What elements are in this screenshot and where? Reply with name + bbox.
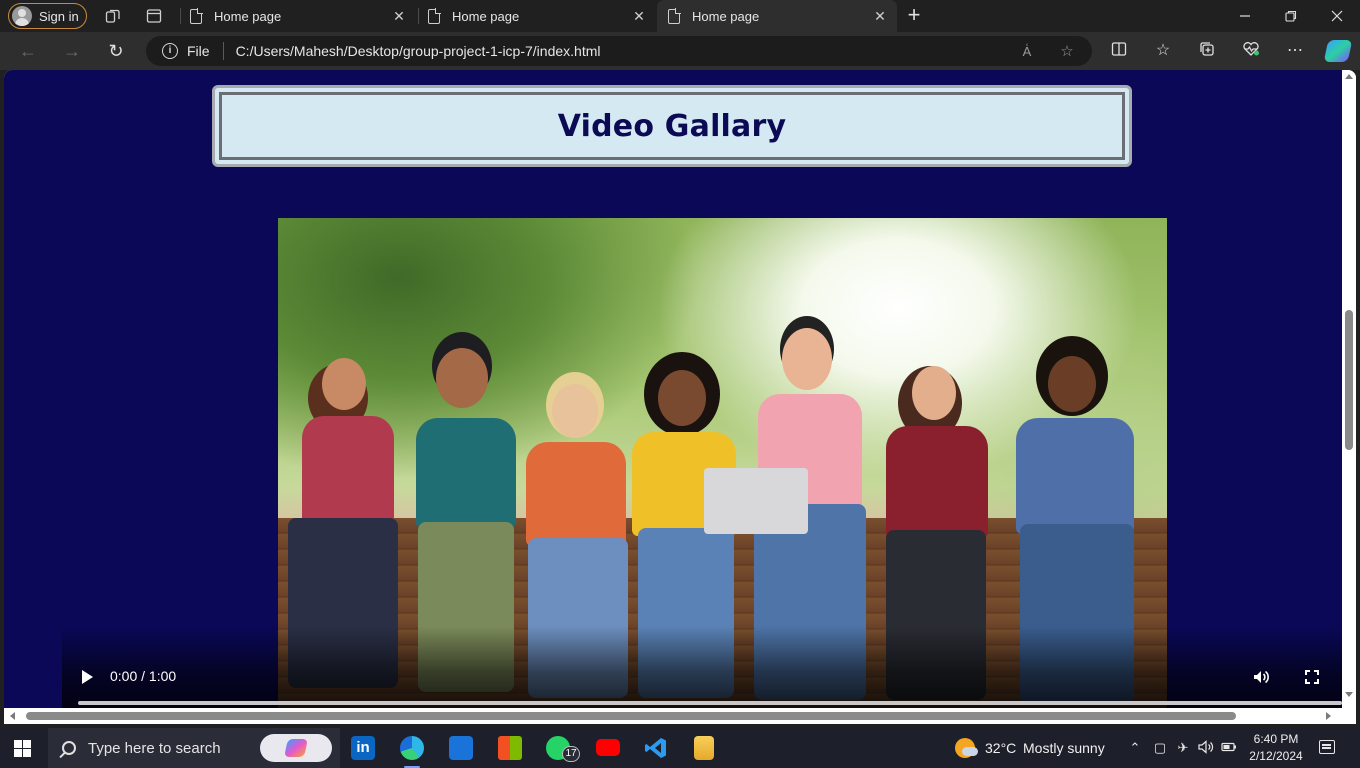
copilot-taskbar-icon[interactable]	[260, 734, 332, 762]
linkedin-app-icon[interactable]: in	[351, 736, 375, 760]
restore-icon[interactable]	[1268, 0, 1314, 32]
search-placeholder: Type here to search	[88, 739, 221, 757]
store-app-icon[interactable]	[449, 736, 473, 760]
fullscreen-icon[interactable]	[1305, 670, 1319, 684]
windows-taskbar: Type here to search in 32°C Mostly sunny…	[0, 728, 1360, 768]
workspaces-icon[interactable]	[105, 8, 121, 24]
tab-label: Home page	[692, 8, 760, 24]
browser-toolbar: ← → ↻ i File C:/Users/Mahesh/Desktop/gro…	[0, 32, 1360, 70]
tab-label: Home page	[214, 8, 282, 24]
page-icon	[190, 8, 203, 24]
video-timecode: 0:00 / 1:00	[110, 668, 177, 684]
scroll-right-arrow-icon[interactable]	[1326, 712, 1331, 720]
edge-browser-icon[interactable]	[400, 736, 424, 768]
profile-avatar-icon	[12, 6, 32, 26]
vertical-scroll-thumb[interactable]	[1345, 310, 1353, 450]
scroll-left-arrow-icon[interactable]	[10, 712, 15, 720]
notifications-icon[interactable]	[1319, 740, 1335, 754]
close-tab-icon[interactable]: ✕	[632, 9, 646, 23]
volume-icon[interactable]	[1252, 668, 1270, 686]
clock-time: 6:40 PM	[1253, 732, 1299, 746]
page-title: Video Gallary	[557, 108, 787, 144]
read-aloud-icon[interactable]: A͑	[1018, 43, 1036, 61]
sign-in-label: Sign in	[39, 8, 79, 24]
collections-icon[interactable]	[1197, 41, 1217, 61]
back-arrow-icon[interactable]: ←	[18, 41, 38, 61]
vertical-scrollbar[interactable]	[1342, 70, 1356, 708]
video-player[interactable]: 0:00 / 1:00	[62, 218, 1342, 708]
scroll-up-arrow-icon[interactable]	[1345, 74, 1353, 79]
page-body: Video Gallary 0:00 / 1:00	[4, 70, 1342, 708]
browser-titlebar: Sign in Home page ✕ Home page ✕ Home pag…	[0, 0, 1360, 32]
tab-home-page-2[interactable]: Home page ✕	[420, 0, 656, 32]
tab-label: Home page	[452, 8, 520, 24]
weather-temperature[interactable]: 32°C	[985, 740, 1016, 756]
scroll-down-arrow-icon[interactable]	[1345, 692, 1353, 697]
forward-arrow-icon[interactable]: →	[62, 41, 82, 61]
battery-icon[interactable]	[1221, 739, 1237, 757]
title-banner-inner: Video Gallary	[219, 92, 1125, 160]
favorite-star-icon[interactable]: ☆	[1058, 43, 1076, 61]
tab-divider	[180, 8, 181, 24]
close-window-icon[interactable]	[1314, 0, 1360, 32]
site-info-icon[interactable]: i	[162, 43, 178, 59]
page-icon	[428, 8, 441, 24]
settings-more-icon[interactable]: ⋯	[1285, 41, 1305, 61]
address-bar[interactable]: i File C:/Users/Mahesh/Desktop/group-pro…	[146, 36, 1092, 66]
address-divider	[222, 42, 224, 60]
page-icon	[668, 8, 681, 24]
minimize-icon[interactable]	[1222, 0, 1268, 32]
file-explorer-icon[interactable]	[694, 736, 714, 760]
copilot-icon[interactable]	[1323, 40, 1353, 62]
taskbar-clock[interactable]: 6:40 PM 2/12/2024	[1244, 731, 1308, 765]
tab-actions-icon[interactable]	[146, 8, 162, 24]
video-controls: 0:00 / 1:00	[62, 626, 1342, 708]
sign-in-button[interactable]: Sign in	[8, 3, 87, 29]
youtube-icon[interactable]	[596, 739, 620, 756]
horizontal-scroll-thumb[interactable]	[26, 712, 1236, 720]
meet-now-icon[interactable]: ▢	[1152, 739, 1168, 757]
url-text[interactable]: C:/Users/Mahesh/Desktop/group-project-1-…	[236, 43, 601, 59]
favorites-icon[interactable]: ☆	[1153, 41, 1173, 61]
play-icon[interactable]	[82, 670, 93, 684]
tab-home-page-1[interactable]: Home page ✕	[182, 0, 416, 32]
split-screen-icon[interactable]	[1109, 41, 1129, 61]
new-tab-icon[interactable]: +	[904, 4, 924, 26]
video-seek-bar[interactable]	[78, 701, 1342, 705]
chevron-up-icon[interactable]: ⌃	[1127, 739, 1143, 757]
windows-start-icon[interactable]	[14, 740, 31, 757]
web-viewport: Video Gallary 0:00 / 1:00	[4, 70, 1356, 724]
title-banner: Video Gallary	[212, 85, 1132, 167]
browser-essentials-icon[interactable]	[1241, 41, 1261, 61]
weather-partly-sunny-icon[interactable]	[955, 738, 978, 758]
refresh-icon[interactable]: ↻	[106, 41, 126, 61]
airplane-mode-icon[interactable]: ✈	[1175, 739, 1191, 757]
horizontal-scrollbar[interactable]	[4, 708, 1342, 724]
tab-home-page-3[interactable]: Home page ✕	[657, 0, 897, 32]
scheme-label: File	[187, 43, 210, 59]
close-tab-icon[interactable]: ✕	[392, 9, 406, 23]
vscode-icon[interactable]	[644, 736, 668, 760]
weather-condition[interactable]: Mostly sunny	[1023, 740, 1105, 756]
microsoft-store-icon[interactable]	[498, 736, 522, 760]
speaker-icon[interactable]	[1198, 739, 1214, 757]
close-tab-icon[interactable]: ✕	[873, 9, 887, 23]
whatsapp-unread-badge: 17	[562, 746, 580, 762]
tab-divider	[418, 8, 419, 24]
clock-date: 2/12/2024	[1249, 749, 1303, 763]
search-icon	[62, 741, 76, 755]
